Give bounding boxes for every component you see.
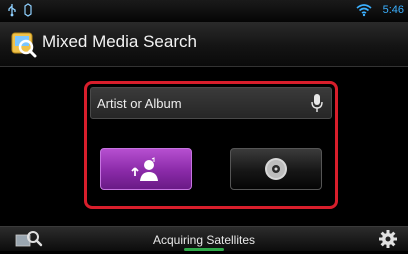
microphone-icon[interactable]: [311, 93, 323, 118]
artist-album-search-field[interactable]: Artist or Album: [90, 87, 332, 119]
gps-status-text: Acquiring Satellites: [152, 233, 256, 247]
title-bar: Mixed Media Search: [0, 22, 408, 67]
app-search-icon: [10, 30, 38, 58]
page-title: Mixed Media Search: [42, 32, 197, 51]
settings-gear-icon[interactable]: [378, 229, 398, 254]
sync-icon: [22, 3, 34, 22]
usb-icon: [6, 3, 18, 22]
artist-search-button[interactable]: [100, 148, 192, 190]
wifi-icon: [356, 3, 372, 22]
clock-time: 5:46: [382, 4, 404, 16]
search-field-label: Artist or Album: [97, 96, 182, 111]
album-search-button[interactable]: [230, 148, 322, 190]
status-bar: 5:46: [0, 0, 408, 23]
main-area: Artist or Album: [0, 67, 408, 226]
bottom-bar: Acquiring Satellites: [0, 226, 408, 251]
